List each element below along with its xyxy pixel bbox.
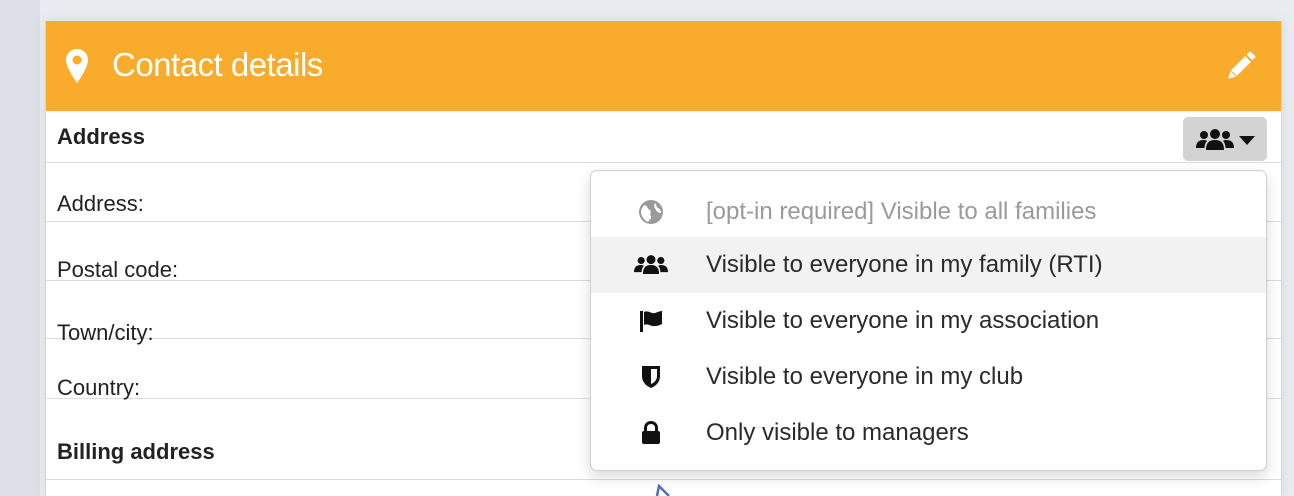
visibility-option-association[interactable]: Visible to everyone in my association [591,293,1266,349]
address-section-title: Address [57,124,146,149]
pencil-icon[interactable] [1223,48,1259,84]
menu-item-label: Visible to everyone in my club [706,363,1024,390]
visibility-option-club[interactable]: Visible to everyone in my club [591,349,1266,405]
map-marker-icon [66,49,88,83]
visibility-option-managers[interactable]: Only visible to managers [591,405,1266,461]
lock-icon [642,420,660,444]
field-label: Address: [57,191,144,216]
visibility-option-family[interactable]: Visible to everyone in my family (RTI) [591,237,1266,293]
card-title: Contact details [112,46,323,83]
cursor-arrow-fragment [655,484,670,496]
visibility-option-all-families[interactable]: [opt-in required] Visible to all familie… [591,184,1266,240]
menu-item-label: Visible to everyone in my family (RTI) [706,251,1103,278]
field-label: Postal code: [57,257,179,282]
visibility-dropdown-menu: [opt-in required] Visible to all familie… [590,170,1267,471]
group-icon [1196,129,1234,150]
shield-icon [642,366,660,388]
chevron-down-icon [1239,136,1255,145]
menu-item-label: Only visible to managers [706,419,969,446]
card-header: Contact details [46,21,1281,111]
flag-icon [640,311,662,332]
menu-item-label: Visible to everyone in my association [706,307,1100,334]
address-section-header: Address [46,111,1281,163]
field-label: Country: [57,375,141,400]
page-background-strip [0,0,40,496]
visibility-dropdown-button[interactable] [1183,117,1267,161]
billing-section-title: Billing address [57,439,215,464]
globe-icon [639,200,663,224]
group-icon [634,255,668,274]
menu-item-label: [opt-in required] Visible to all familie… [706,198,1097,225]
